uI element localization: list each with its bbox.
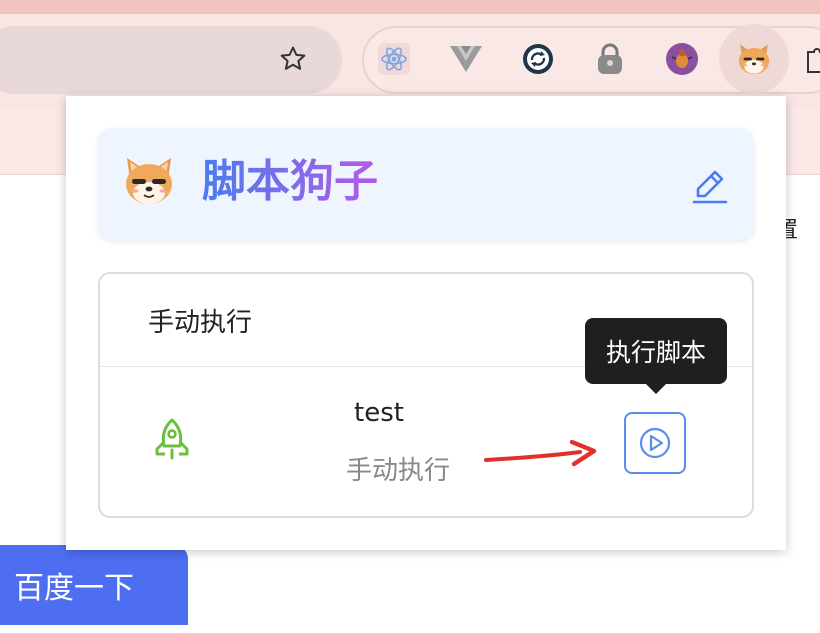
script-name: test (354, 398, 404, 428)
tooltip-arrow (646, 384, 666, 394)
react-devtools-icon[interactable] (375, 40, 413, 78)
extensions-puzzle-icon[interactable] (806, 44, 820, 74)
edit-icon[interactable] (688, 164, 732, 208)
bug-extension-icon[interactable] (663, 40, 701, 78)
run-script-tooltip: 执行脚本 (585, 318, 727, 384)
lock-extension-icon[interactable] (591, 40, 629, 78)
bookmark-star-icon[interactable] (276, 42, 310, 76)
script-run-mode: 手动执行 (346, 456, 451, 486)
rocket-icon (150, 416, 194, 464)
shiba-dog-logo-icon (120, 152, 178, 210)
manual-scripts-card: 手动执行 test 手动执行 (98, 272, 754, 518)
play-circle-icon (639, 427, 671, 459)
run-script-button[interactable] (624, 412, 686, 474)
annotation-arrow-icon (484, 439, 597, 467)
section-title: 手动执行 (148, 308, 253, 338)
sync-icon[interactable] (519, 40, 557, 78)
baidu-search-button[interactable]: 百度一下 (0, 545, 188, 625)
vue-devtools-icon[interactable] (447, 40, 485, 78)
popup-header: 脚本狗子 (98, 128, 754, 240)
window-top-strip (0, 0, 820, 14)
script-dog-extension-icon[interactable] (719, 24, 789, 94)
app-title: 脚本狗子 (202, 152, 378, 212)
